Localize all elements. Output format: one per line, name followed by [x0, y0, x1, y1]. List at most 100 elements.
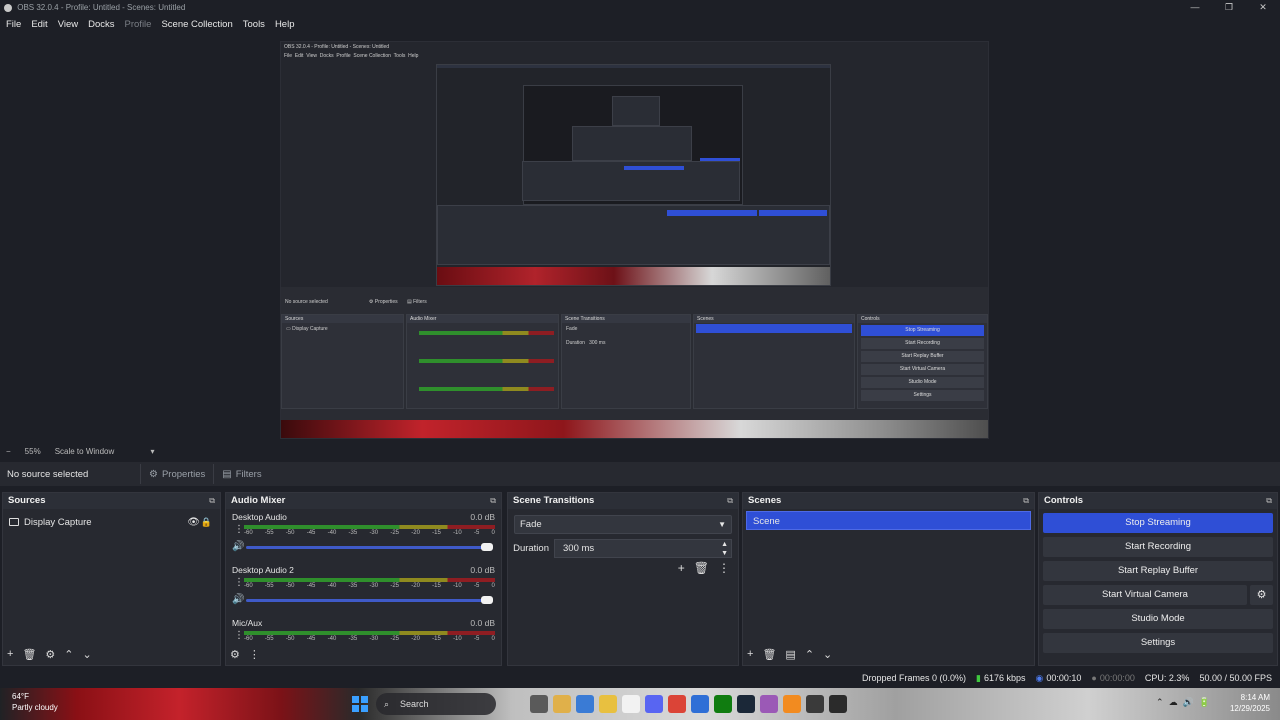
- volume-slider[interactable]: [246, 543, 493, 551]
- undock-icon[interactable]: ⧉: [490, 493, 496, 509]
- source-item-display-capture[interactable]: Display Capture 👁 🔒: [3, 514, 220, 530]
- menu-docks[interactable]: Docks: [88, 19, 114, 30]
- scene-item[interactable]: Scene: [746, 511, 1031, 530]
- volume-slider[interactable]: [246, 596, 493, 604]
- dropped-frames: Dropped Frames 0 (0.0%): [861, 673, 967, 683]
- settings-icon[interactable]: [806, 695, 824, 713]
- folder-icon[interactable]: [599, 695, 617, 713]
- scale-mode-select[interactable]: Scale to Window ▾: [55, 447, 155, 456]
- chrome-icon[interactable]: [668, 695, 686, 713]
- source-toolbar: No source selected ⚙ Properties ▤ Filters: [0, 462, 1280, 486]
- virtual-camera-settings-icon[interactable]: ⚙: [1250, 585, 1273, 605]
- channel-menu-icon[interactable]: ⋮: [234, 630, 244, 641]
- window-title: OBS 32.0.4 - Profile: Untitled - Scenes:…: [17, 3, 186, 12]
- channel-db: 0.0 dB: [470, 565, 495, 575]
- menu-file[interactable]: File: [6, 19, 21, 30]
- stream-icon: ◉: [1035, 672, 1044, 683]
- volume-slider-handle[interactable]: [481, 543, 493, 551]
- menu-profile[interactable]: Profile: [125, 19, 152, 30]
- duration-spinner[interactable]: ▲ ▼: [721, 540, 728, 558]
- mail-icon[interactable]: [691, 695, 709, 713]
- move-source-up-button[interactable]: ⌃: [64, 648, 73, 661]
- taskbar-clock[interactable]: 8:14 AM 12/29/2025: [1230, 692, 1270, 714]
- start-replay-buffer-button[interactable]: Start Replay Buffer: [1043, 561, 1273, 581]
- fps: 50.00 / 50.00 FPS: [1199, 673, 1272, 683]
- discord-icon[interactable]: [645, 695, 663, 713]
- mixer-menu-icon[interactable]: ⋮: [249, 648, 260, 661]
- menu-scene-collection[interactable]: Scene Collection: [161, 19, 232, 30]
- mixer-channel: Mic/Aux 0.0 dB ⋮ -60 -55 -50 -45 -40 -35 -30 -2…: [226, 615, 501, 645]
- move-source-down-button[interactable]: ⌄: [83, 648, 92, 661]
- taskbar: 64°F Partly cloudy ⌕ Search ⌃ ☁ 🔊 🔋 8:14…: [0, 688, 1280, 720]
- undock-icon[interactable]: ⧉: [1266, 493, 1272, 509]
- remove-transition-button[interactable]: 🗑: [694, 561, 709, 575]
- system-tray[interactable]: ⌃ ☁ 🔊 🔋: [1156, 697, 1210, 708]
- obs-logo-icon: [4, 3, 12, 12]
- signal-icon: ▮: [976, 672, 981, 683]
- weather-condition: Partly cloudy: [12, 703, 58, 712]
- transition-menu-icon[interactable]: ⋮: [718, 561, 730, 575]
- minimize-button[interactable]: —: [1178, 0, 1212, 15]
- duration-row: Duration 300 ms ▲ ▼: [511, 538, 732, 558]
- transition-select[interactable]: Fade ▼: [514, 515, 732, 534]
- properties-button[interactable]: ⚙ Properties: [140, 464, 213, 484]
- speaker-icon[interactable]: 🔊: [232, 541, 244, 552]
- scene-filters-button[interactable]: ▤: [785, 648, 795, 661]
- lock-icon[interactable]: 🔒: [201, 517, 212, 528]
- remove-scene-button[interactable]: 🗑: [762, 648, 776, 661]
- source-properties-button[interactable]: ⚙: [45, 648, 55, 661]
- studio-mode-button[interactable]: Studio Mode: [1043, 609, 1273, 629]
- speaker-icon[interactable]: 🔊: [232, 594, 244, 605]
- controls-title: Controls: [1044, 495, 1084, 506]
- start-button[interactable]: [352, 696, 368, 712]
- vlc-icon[interactable]: [783, 695, 801, 713]
- zoom-bar: − 55% Scale to Window ▾: [0, 444, 1280, 459]
- channel-menu-icon[interactable]: ⋮: [234, 577, 244, 588]
- monitor-icon: [9, 518, 19, 526]
- taskbar-search[interactable]: ⌕ Search: [376, 693, 496, 715]
- zoom-out-button[interactable]: −: [6, 447, 11, 456]
- steam-icon[interactable]: [737, 695, 755, 713]
- source-label: Display Capture: [24, 516, 92, 528]
- preview-canvas[interactable]: OBS 32.0.4 - Profile: Untitled - Scenes:…: [280, 41, 989, 439]
- close-button[interactable]: ✕: [1246, 0, 1280, 15]
- settings-button[interactable]: Settings: [1043, 633, 1273, 653]
- start-recording-button[interactable]: Start Recording: [1043, 537, 1273, 557]
- visibility-eye-icon[interactable]: 👁: [187, 517, 200, 528]
- volume-slider-handle[interactable]: [481, 596, 493, 604]
- no-source-label: No source selected: [7, 468, 89, 480]
- duration-label: Duration: [513, 542, 549, 554]
- xbox-icon[interactable]: [714, 695, 732, 713]
- menu-edit[interactable]: Edit: [31, 19, 47, 30]
- calendar-icon[interactable]: [622, 695, 640, 713]
- restore-button[interactable]: ❐: [1212, 0, 1246, 15]
- menu-help[interactable]: Help: [275, 19, 295, 30]
- advanced-audio-icon[interactable]: ⚙: [230, 648, 240, 661]
- file-explorer-icon[interactable]: [553, 695, 571, 713]
- move-scene-up-button[interactable]: ⌃: [805, 648, 814, 661]
- move-scene-down-button[interactable]: ⌄: [823, 648, 832, 661]
- duration-input[interactable]: 300 ms ▲ ▼: [554, 538, 732, 558]
- remove-source-button[interactable]: 🗑: [22, 648, 36, 661]
- undock-icon[interactable]: ⧉: [209, 493, 215, 509]
- add-source-button[interactable]: +: [7, 648, 13, 660]
- store-icon[interactable]: [576, 695, 594, 713]
- start-virtual-camera-button[interactable]: Start Virtual Camera: [1043, 585, 1247, 605]
- filters-button[interactable]: ▤ Filters: [213, 464, 269, 484]
- undock-icon[interactable]: ⧉: [727, 493, 733, 509]
- audio-mixer-title: Audio Mixer: [231, 495, 286, 506]
- app-icon[interactable]: [760, 695, 778, 713]
- stop-streaming-button[interactable]: Stop Streaming: [1043, 513, 1273, 533]
- menu-view[interactable]: View: [58, 19, 78, 30]
- add-transition-button[interactable]: +: [678, 561, 685, 575]
- add-scene-button[interactable]: +: [747, 648, 753, 660]
- undock-icon[interactable]: ⧉: [1023, 493, 1029, 509]
- weather-widget[interactable]: 64°F Partly cloudy: [12, 691, 58, 713]
- menu-tools[interactable]: Tools: [243, 19, 265, 30]
- task-view-icon[interactable]: [530, 695, 548, 713]
- transition-actions: + 🗑 ⋮: [669, 561, 730, 575]
- preview-area[interactable]: OBS 32.0.4 - Profile: Untitled - Scenes:…: [0, 33, 1280, 444]
- search-label: Search: [400, 699, 429, 709]
- channel-menu-icon[interactable]: ⋮: [234, 524, 244, 535]
- obs-icon[interactable]: [829, 695, 847, 713]
